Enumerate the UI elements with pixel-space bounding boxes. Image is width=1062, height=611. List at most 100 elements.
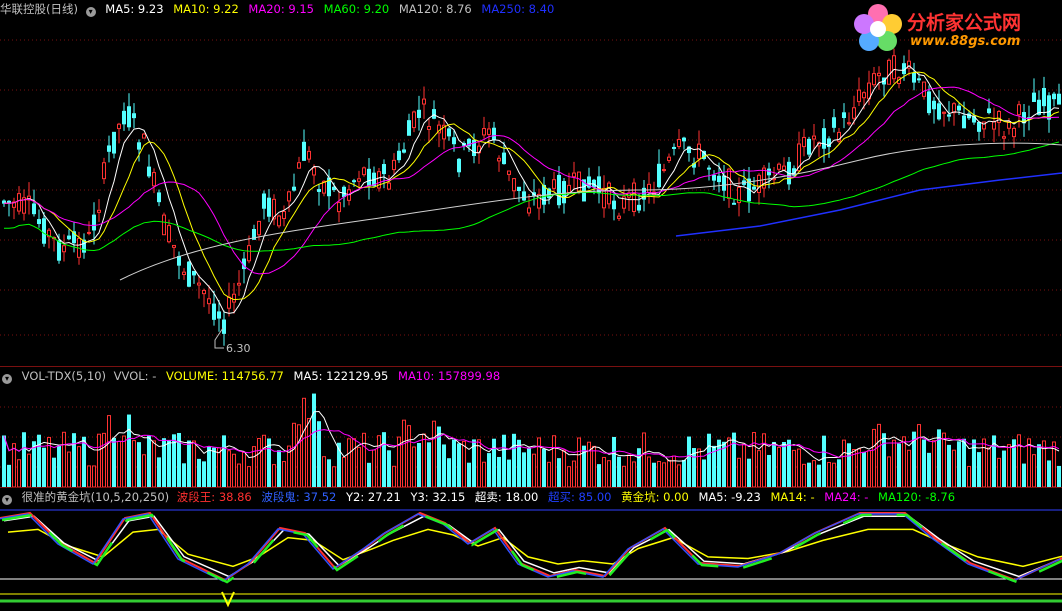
- ind-ma24-label: MA24: -: [824, 490, 869, 504]
- volume-label: VOLUME: 114756.77: [166, 369, 284, 383]
- candle-body: [672, 146, 676, 149]
- candle-body: [512, 178, 516, 192]
- price-chart[interactable]: [0, 0, 1062, 366]
- volume-bar: [522, 452, 526, 487]
- volume-bar: [872, 428, 876, 487]
- volume-bar: [417, 442, 421, 487]
- candle-body: [572, 172, 576, 178]
- volume-bar: [617, 456, 621, 487]
- volume-bar: [42, 447, 46, 487]
- candle-body: [902, 63, 906, 75]
- indicator-pane[interactable]: ▾ 很准的黄金坑(10,5,20,250) 波段王: 38.86 波段鬼: 37…: [0, 488, 1062, 611]
- volume-bar: [117, 440, 121, 487]
- volume-bar: [552, 435, 556, 487]
- volume-bar: [2, 435, 6, 487]
- volume-pane[interactable]: ▾ VOL-TDX(5,10) VVOL: - VOLUME: 114756.7…: [0, 367, 1062, 487]
- volume-bar: [857, 448, 861, 487]
- volume-chart[interactable]: [0, 367, 1062, 487]
- price-toggle-icon[interactable]: ▾: [85, 7, 96, 17]
- candle-body: [397, 150, 401, 161]
- volume-bar: [77, 446, 81, 487]
- candle-body: [962, 115, 966, 129]
- candle-body: [1002, 136, 1006, 139]
- volume-bar: [557, 458, 561, 487]
- candle-body: [917, 78, 921, 81]
- candle-body: [352, 180, 356, 183]
- indicator-toggle-icon[interactable]: ▾: [2, 495, 12, 505]
- volume-bar: [627, 454, 631, 487]
- ma20-line: [4, 86, 1060, 275]
- candle-body: [92, 214, 96, 231]
- volume-bar: [27, 453, 31, 487]
- candle-body: [857, 89, 861, 103]
- volume-bar: [127, 414, 131, 487]
- volume-bar: [827, 461, 831, 487]
- volume-toggle-icon[interactable]: ▾: [2, 374, 12, 384]
- candle-body: [282, 211, 286, 220]
- volume-bar: [317, 421, 321, 487]
- price-pane[interactable]: 华联控股(日线) ▾ MA5: 9.23 MA10: 9.22 MA20: 9.…: [0, 0, 1062, 366]
- white-line: [3, 515, 1062, 578]
- candle-body: [187, 261, 191, 287]
- volume-bar: [467, 462, 471, 487]
- volume-bar: [1022, 463, 1026, 487]
- volume-bar: [482, 461, 486, 487]
- volume-bar: [362, 432, 366, 487]
- candle-body: [937, 103, 941, 120]
- volume-bar: [442, 444, 446, 487]
- candle-body: [977, 121, 981, 132]
- logo-url: www.88gs.com: [910, 34, 1021, 49]
- candle-body: [842, 112, 846, 119]
- candle-body: [232, 293, 236, 303]
- volume-bar: [997, 457, 1001, 487]
- volume-bar: [577, 437, 581, 487]
- candle-body: [717, 175, 721, 183]
- volume-bar: [122, 435, 126, 487]
- volume-bar: [272, 464, 276, 487]
- volume-bar: [677, 464, 681, 487]
- ma120-line: [119, 142, 1062, 281]
- candle-body: [952, 103, 956, 114]
- volume-title: VOL-TDX(5,10): [21, 369, 107, 383]
- volume-bar: [682, 459, 686, 487]
- volume-bar: [917, 424, 921, 487]
- candle-body: [132, 113, 136, 119]
- volume-bar: [107, 415, 111, 487]
- candle-body: [387, 182, 391, 190]
- site-logo: 分析家公式网 www.88gs.com: [852, 2, 1052, 54]
- candle-body: [42, 218, 46, 244]
- volume-bar: [567, 466, 571, 487]
- volume-bar: [842, 439, 846, 487]
- candle-body: [647, 183, 651, 193]
- volume-bar: [202, 461, 206, 487]
- candle-body: [722, 175, 726, 191]
- volume-bar: [902, 436, 906, 487]
- volume-bar: [502, 434, 506, 487]
- volume-bar: [22, 432, 26, 487]
- volume-bar: [887, 456, 891, 487]
- candle-body: [752, 186, 756, 190]
- volume-bar: [262, 434, 266, 487]
- candle-body: [207, 298, 211, 305]
- volume-bar: [12, 443, 16, 487]
- volume-bar: [72, 433, 76, 487]
- bdg-label: 波段鬼: 37.52: [261, 490, 337, 504]
- candle-body: [297, 162, 301, 169]
- low-price-marker: 6.30: [226, 342, 251, 355]
- candle-body: [912, 72, 916, 83]
- candle-body: [107, 145, 111, 152]
- volume-bar: [662, 462, 666, 487]
- volume-bar: [247, 466, 251, 487]
- candle-body: [487, 128, 491, 135]
- indicator-chart[interactable]: [0, 488, 1062, 611]
- candle-body: [287, 191, 291, 202]
- volume-bar: [372, 449, 376, 487]
- candle-body: [497, 157, 501, 162]
- flower-logo-icon: [854, 4, 902, 51]
- candle-body: [237, 282, 241, 286]
- volume-bar: [1057, 465, 1061, 487]
- candle-body: [167, 225, 171, 243]
- ma250-label: MA250: 8.40: [481, 2, 555, 16]
- candle-body: [697, 143, 701, 160]
- candle-body: [137, 142, 141, 150]
